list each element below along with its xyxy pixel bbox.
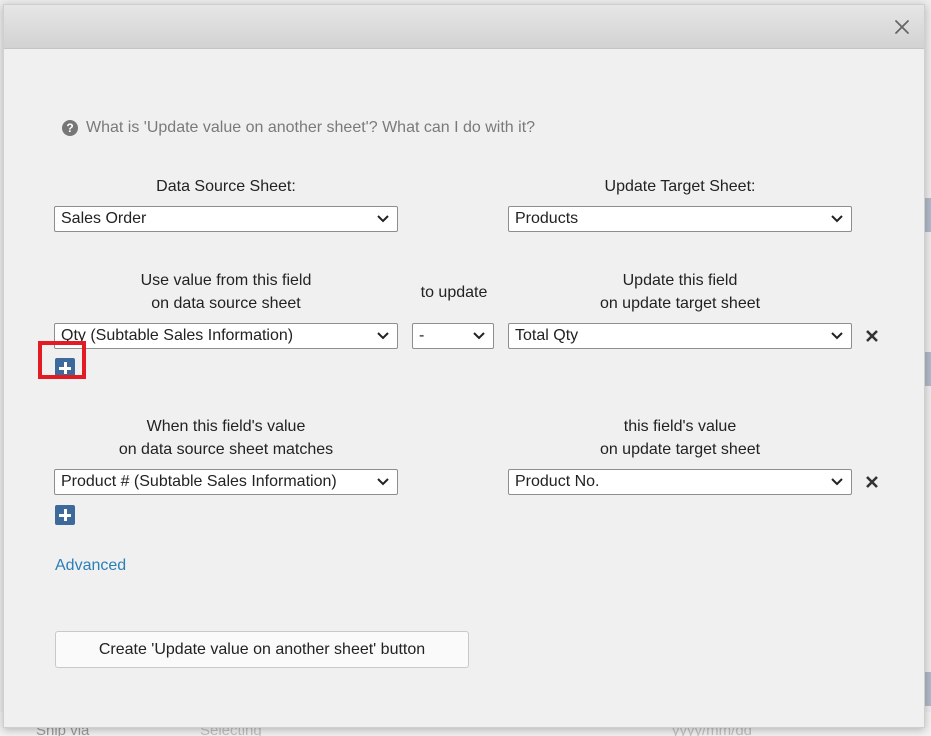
target-field-select[interactable]: Total Qty — [508, 323, 852, 349]
match-source-value: Product # (Subtable Sales Information) — [61, 473, 337, 490]
match-source-label: When this field's value on data source s… — [118, 418, 334, 458]
dialog-header — [4, 5, 924, 49]
close-icon[interactable] — [892, 17, 912, 37]
use-value-label: Use value from this field on data source… — [140, 272, 312, 312]
update-field-label: Update this field on update target sheet — [599, 272, 761, 312]
source-field-value: Qty (Subtable Sales Information) — [61, 327, 294, 344]
advanced-link[interactable]: Advanced — [55, 557, 126, 575]
data-source-value: Sales Order — [61, 210, 147, 227]
source-field-select[interactable]: Qty (Subtable Sales Information) — [54, 323, 398, 349]
target-sheet-select[interactable]: Products — [508, 206, 852, 232]
match-target-label: this field's value on update target shee… — [599, 418, 761, 458]
question-circle-icon: ? — [62, 120, 78, 136]
target-sheet-value: Products — [515, 210, 579, 227]
match-source-select[interactable]: Product # (Subtable Sales Information) — [54, 469, 398, 495]
operator-select[interactable]: - — [412, 323, 494, 349]
update-value-dialog: ? What is 'Update value on another sheet… — [3, 4, 925, 728]
chevron-down-icon — [377, 215, 389, 223]
chevron-down-icon — [831, 478, 843, 486]
target-field-value: Total Qty — [515, 327, 579, 344]
create-button[interactable]: Create 'Update value on another sheet' b… — [55, 631, 469, 668]
operator-value: - — [419, 327, 425, 344]
target-sheet-label: Update Target Sheet: — [604, 178, 756, 195]
to-update-label: to update — [420, 284, 488, 301]
background-edge-mark — [925, 672, 931, 706]
background-edge-mark — [925, 198, 931, 232]
chevron-down-icon — [473, 332, 485, 340]
remove-condition-icon[interactable] — [865, 475, 879, 489]
chevron-down-icon — [831, 332, 843, 340]
data-source-label: Data Source Sheet: — [156, 178, 296, 195]
background-edge-mark — [925, 352, 931, 386]
match-target-value: Product No. — [515, 473, 600, 490]
highlight-annotation — [38, 341, 86, 379]
help-text: What is 'Update value on another sheet'?… — [86, 119, 536, 136]
chevron-down-icon — [831, 215, 843, 223]
chevron-down-icon — [377, 478, 389, 486]
data-source-select[interactable]: Sales Order — [54, 206, 398, 232]
match-target-select[interactable]: Product No. — [508, 469, 852, 495]
help-link[interactable]: ? What is 'Update value on another sheet… — [62, 119, 535, 137]
add-condition-button[interactable] — [55, 505, 75, 525]
remove-mapping-icon[interactable] — [865, 329, 879, 343]
chevron-down-icon — [377, 332, 389, 340]
